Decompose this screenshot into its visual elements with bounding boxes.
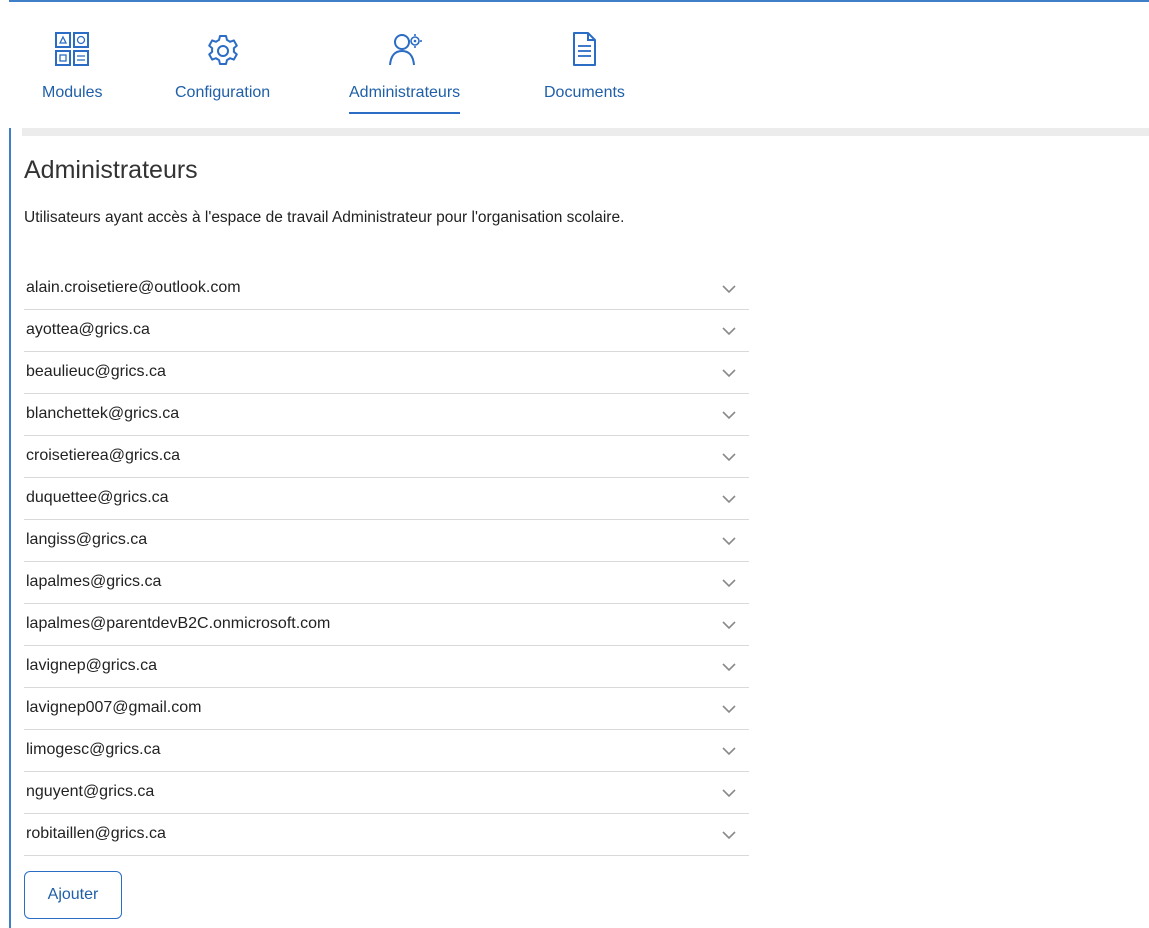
chevron-down-icon[interactable]	[721, 744, 737, 756]
chevron-down-icon[interactable]	[721, 828, 737, 840]
admin-row[interactable]: blanchettek@grics.ca	[24, 394, 749, 436]
admin-email: ayottea@grics.ca	[26, 320, 150, 338]
admin-row[interactable]: alain.croisetiere@outlook.com	[24, 268, 749, 310]
admin-row[interactable]: lapalmes@grics.ca	[24, 562, 749, 604]
nav-label-administrateurs: Administrateurs	[349, 84, 461, 101]
admin-list: alain.croisetiere@outlook.com ayottea@gri…	[24, 268, 749, 856]
chevron-down-icon[interactable]	[721, 324, 737, 336]
active-tab-indicator	[349, 112, 461, 114]
admin-row[interactable]: lapalmes@parentdevB2C.onmicrosoft.com	[24, 604, 749, 646]
nav-label-modules: Modules	[42, 84, 103, 101]
nav-item-configuration[interactable]: Configuration	[175, 32, 270, 102]
admin-email: limogesc@grics.ca	[26, 740, 161, 758]
admin-email: alain.croisetiere@outlook.com	[26, 278, 241, 296]
chevron-down-icon[interactable]	[721, 366, 737, 378]
modules-grid-icon	[55, 32, 90, 66]
admin-row[interactable]: langiss@grics.ca	[24, 520, 749, 562]
chevron-down-icon[interactable]	[721, 786, 737, 798]
admin-row[interactable]: duquettee@grics.ca	[24, 478, 749, 520]
page-description: Utilisateurs ayant accès à l'espace de t…	[24, 209, 625, 226]
admin-row[interactable]: robitaillen@grics.ca	[24, 814, 749, 856]
document-icon	[567, 32, 601, 66]
chevron-down-icon[interactable]	[721, 282, 737, 294]
admin-row[interactable]: ayottea@grics.ca	[24, 310, 749, 352]
admin-email: duquettee@grics.ca	[26, 488, 169, 506]
admin-email: lapalmes@parentdevB2C.onmicrosoft.com	[26, 614, 331, 632]
admin-email: lapalmes@grics.ca	[26, 572, 162, 590]
chevron-down-icon[interactable]	[721, 618, 737, 630]
nav-divider	[22, 128, 1149, 136]
chevron-down-icon[interactable]	[721, 534, 737, 546]
admin-row[interactable]: beaulieuc@grics.ca	[24, 352, 749, 394]
admin-email: robitaillen@grics.ca	[26, 824, 166, 842]
nav-item-documents[interactable]: Documents	[544, 32, 625, 102]
admin-row[interactable]: nguyent@grics.ca	[24, 772, 749, 814]
admin-row[interactable]: croisetierea@grics.ca	[24, 436, 749, 478]
nav-item-modules[interactable]: Modules	[42, 32, 102, 102]
chevron-down-icon[interactable]	[721, 702, 737, 714]
admin-email: croisetierea@grics.ca	[26, 446, 181, 464]
admin-row[interactable]: limogesc@grics.ca	[24, 730, 749, 772]
admin-email: lavignep007@gmail.com	[26, 698, 202, 716]
nav-label-documents: Documents	[544, 84, 625, 101]
add-button[interactable]: Ajouter	[24, 871, 122, 919]
admin-email: blanchettek@grics.ca	[26, 404, 180, 422]
admin-email: nguyent@grics.ca	[26, 782, 155, 800]
admin-user-gear-icon	[388, 32, 422, 66]
chevron-down-icon[interactable]	[721, 576, 737, 588]
chevron-down-icon[interactable]	[721, 408, 737, 420]
nav-item-administrateurs[interactable]: Administrateurs	[349, 32, 461, 114]
chevron-down-icon[interactable]	[721, 660, 737, 672]
top-nav: Modules Configuration Administrateurs Do…	[9, 2, 1149, 128]
admin-row[interactable]: lavignep@grics.ca	[24, 646, 749, 688]
admin-email: lavignep@grics.ca	[26, 656, 157, 674]
page-title: Administrateurs	[24, 156, 198, 184]
nav-label-configuration: Configuration	[175, 84, 271, 101]
admin-row[interactable]: lavignep007@gmail.com	[24, 688, 749, 730]
chevron-down-icon[interactable]	[721, 492, 737, 504]
chevron-down-icon[interactable]	[721, 450, 737, 462]
gear-icon	[206, 32, 240, 66]
admin-email: langiss@grics.ca	[26, 530, 148, 548]
admin-email: beaulieuc@grics.ca	[26, 362, 166, 380]
